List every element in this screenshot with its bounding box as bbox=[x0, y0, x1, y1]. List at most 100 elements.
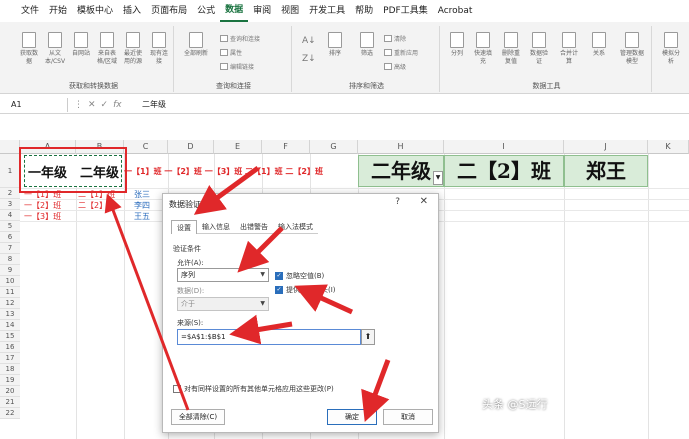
cell-c3[interactable]: 李四 bbox=[134, 200, 150, 211]
edit-links-button[interactable]: 编辑链接 bbox=[220, 62, 254, 71]
cell-a1[interactable]: 一年级 bbox=[28, 162, 67, 181]
from-text-button[interactable]: 从文本/CSV bbox=[44, 32, 66, 66]
col-header-g[interactable]: G bbox=[310, 140, 358, 154]
reapply-button[interactable]: 重新应用 bbox=[384, 48, 418, 57]
menu-home[interactable]: 开始 bbox=[44, 0, 72, 22]
fx-icon[interactable]: fx bbox=[113, 100, 122, 110]
cell-c2[interactable]: 张三 bbox=[134, 189, 150, 200]
allow-select[interactable]: 序列 ▼ bbox=[177, 268, 269, 282]
cell-h1[interactable]: 二年级 bbox=[358, 155, 444, 187]
row-header-18[interactable]: 18 bbox=[0, 364, 20, 375]
data-validation-button[interactable]: 数据验证 bbox=[528, 32, 550, 66]
cell-b2[interactable]: 二【1】班 bbox=[78, 189, 115, 200]
row-header-1[interactable]: 1 bbox=[0, 154, 20, 188]
data-model-button[interactable]: 管理数据模型 bbox=[618, 32, 646, 66]
menu-review[interactable]: 审阅 bbox=[248, 0, 276, 22]
cell-j1[interactable]: 郑王 bbox=[564, 155, 648, 187]
more-icon[interactable]: ⋮ bbox=[74, 100, 83, 110]
close-icon[interactable]: ✕ bbox=[420, 196, 428, 207]
row-header-13[interactable]: 13 bbox=[0, 309, 20, 320]
tab-settings[interactable]: 设置 bbox=[171, 220, 197, 234]
col-header-c[interactable]: C bbox=[124, 140, 168, 154]
select-all-corner[interactable] bbox=[0, 140, 20, 154]
source-input[interactable]: =$A$1:$B$1 bbox=[177, 329, 361, 345]
row-header-9[interactable]: 9 bbox=[0, 265, 20, 276]
row-header-22[interactable]: 22 bbox=[0, 408, 20, 419]
menu-developer[interactable]: 开发工具 bbox=[304, 0, 350, 22]
tab-error-alert[interactable]: 出错警告 bbox=[235, 220, 273, 234]
in-cell-dropdown-checkbox[interactable]: ✓ 提供下拉箭头(I) bbox=[275, 285, 336, 295]
row-header-15[interactable]: 15 bbox=[0, 331, 20, 342]
col-header-d[interactable]: D bbox=[168, 140, 214, 154]
dropdown-arrow-icon[interactable]: ▼ bbox=[433, 171, 443, 185]
col-header-j[interactable]: J bbox=[564, 140, 648, 154]
col-header-h[interactable]: H bbox=[358, 140, 444, 154]
menu-acrobat[interactable]: Acrobat bbox=[433, 0, 478, 22]
cell-a3[interactable]: 一【2】班 bbox=[24, 200, 61, 211]
row-header-8[interactable]: 8 bbox=[0, 254, 20, 265]
col-header-f[interactable]: F bbox=[262, 140, 310, 154]
col-header-i[interactable]: I bbox=[444, 140, 564, 154]
sort-az-button[interactable]: A↓ bbox=[302, 36, 316, 46]
collapse-dialog-icon[interactable]: ⬆ bbox=[361, 329, 375, 345]
menu-data[interactable]: 数据 bbox=[220, 1, 249, 22]
ignore-blank-checkbox[interactable]: ✓ 忽略空值(B) bbox=[275, 271, 324, 281]
text-to-columns-button[interactable]: 分列 bbox=[446, 32, 468, 58]
sort-za-button[interactable]: Z↓ bbox=[302, 54, 316, 64]
row-header-2[interactable]: 2 bbox=[0, 188, 20, 199]
properties-button[interactable]: 属性 bbox=[220, 48, 242, 57]
col-header-a[interactable]: A bbox=[20, 140, 76, 154]
row-header-16[interactable]: 16 bbox=[0, 342, 20, 353]
cell-row1-classes[interactable]: 一【1】班 一【2】班 一【3】班 二【1】班 二【2】班 bbox=[124, 166, 323, 177]
consolidate-button[interactable]: 合并计算 bbox=[558, 32, 580, 66]
help-icon[interactable]: ? bbox=[395, 197, 400, 207]
col-header-k[interactable]: K bbox=[648, 140, 689, 154]
row-header-7[interactable]: 7 bbox=[0, 243, 20, 254]
cancel-icon[interactable]: ✕ bbox=[88, 100, 96, 110]
clear-all-button[interactable]: 全部清除(C) bbox=[171, 409, 225, 425]
row-header-17[interactable]: 17 bbox=[0, 353, 20, 364]
from-table-button[interactable]: 来自表格/区域 bbox=[96, 32, 118, 66]
cancel-button[interactable]: 取消 bbox=[383, 409, 433, 425]
tab-ime-mode[interactable]: 输入法模式 bbox=[273, 220, 318, 234]
row-header-11[interactable]: 11 bbox=[0, 287, 20, 298]
filter-button[interactable]: 筛选 bbox=[356, 32, 378, 58]
menu-templates[interactable]: 模板中心 bbox=[72, 0, 118, 22]
cell-c4[interactable]: 王五 bbox=[134, 211, 150, 222]
menu-page-layout[interactable]: 页面布局 bbox=[146, 0, 192, 22]
row-header-4[interactable]: 4 bbox=[0, 210, 20, 221]
flash-fill-button[interactable]: 快速填充 bbox=[472, 32, 494, 66]
advanced-filter-button[interactable]: 高级 bbox=[384, 62, 406, 71]
confirm-icon[interactable]: ✓ bbox=[101, 100, 109, 110]
from-web-button[interactable]: 自网站 bbox=[70, 32, 92, 58]
get-data-button[interactable]: 获取数据 bbox=[18, 32, 40, 66]
what-if-button[interactable]: 模拟分析 bbox=[660, 32, 682, 66]
cell-a2[interactable]: 一【1】班 bbox=[24, 189, 61, 200]
menu-formulas[interactable]: 公式 bbox=[192, 0, 220, 22]
col-header-b[interactable]: B bbox=[76, 140, 124, 154]
menu-insert[interactable]: 插入 bbox=[118, 0, 146, 22]
row-header-19[interactable]: 19 bbox=[0, 375, 20, 386]
menu-help[interactable]: 帮助 bbox=[350, 0, 378, 22]
row-header-20[interactable]: 20 bbox=[0, 386, 20, 397]
tab-input-message[interactable]: 输入信息 bbox=[197, 220, 235, 234]
col-header-e[interactable]: E bbox=[214, 140, 262, 154]
formula-input[interactable]: 二年级 bbox=[142, 98, 166, 112]
remove-duplicates-button[interactable]: 删除重复值 bbox=[500, 32, 522, 66]
row-header-6[interactable]: 6 bbox=[0, 232, 20, 243]
menu-view[interactable]: 视图 bbox=[276, 0, 304, 22]
relationships-button[interactable]: 关系 bbox=[588, 32, 610, 58]
refresh-all-button[interactable]: 全部刷新 bbox=[182, 32, 210, 58]
row-header-5[interactable]: 5 bbox=[0, 221, 20, 232]
menu-file[interactable]: 文件 bbox=[16, 0, 44, 22]
cell-i1[interactable]: 二【2】班 bbox=[444, 155, 564, 187]
row-header-12[interactable]: 12 bbox=[0, 298, 20, 309]
row-header-14[interactable]: 14 bbox=[0, 320, 20, 331]
row-header-10[interactable]: 10 bbox=[0, 276, 20, 287]
ok-button[interactable]: 确定 bbox=[327, 409, 377, 425]
cell-a4[interactable]: 一【3】班 bbox=[24, 211, 61, 222]
clear-filter-button[interactable]: 清除 bbox=[384, 34, 406, 43]
recent-sources-button[interactable]: 最近使用的源 bbox=[122, 32, 144, 66]
cell-b1[interactable]: 二年级 bbox=[80, 162, 119, 181]
row-header-21[interactable]: 21 bbox=[0, 397, 20, 408]
